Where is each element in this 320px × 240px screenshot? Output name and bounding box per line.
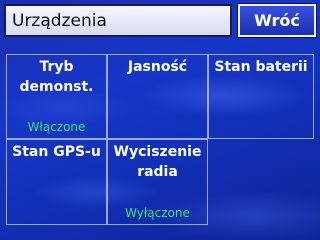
page-title: Urządzenia (12, 10, 107, 31)
tile-radio-mute[interactable]: Wyciszenie radia Wyłączone (107, 139, 208, 225)
tile-demo-mode[interactable]: Tryb demonst. Włączone (6, 54, 107, 139)
status-label: Włączone (27, 120, 86, 134)
tile-brightness[interactable]: Jasność (107, 54, 208, 139)
tile-label: Tryb demonst. (19, 59, 94, 95)
tile-label: Wyciszenie radia (113, 144, 202, 180)
tile-label: Stan baterii (214, 59, 308, 75)
status-label: Wyłączone (125, 206, 190, 220)
tile-gps-status[interactable]: Stan GPS-u (6, 139, 107, 225)
tile-label: Jasność (127, 59, 188, 75)
back-button[interactable]: Wróć (237, 3, 317, 38)
tile-label: Stan GPS-u (12, 144, 101, 160)
tile-battery-status[interactable]: Stan baterii (208, 54, 314, 139)
page-title-bar: Urządzenia (4, 4, 232, 37)
